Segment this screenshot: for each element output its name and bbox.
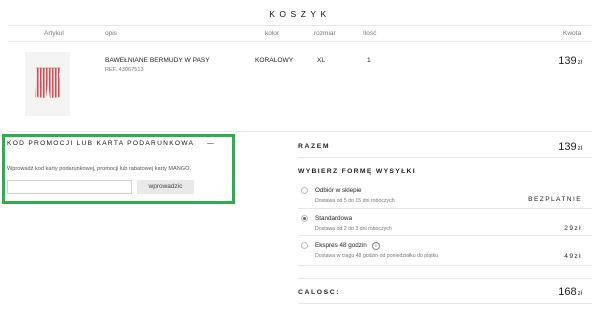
divider: [298, 208, 592, 209]
divider: [8, 41, 592, 42]
promo-title[interactable]: KOD PROMOCJI LUB KARTA PODARUNKOWA —: [7, 140, 215, 147]
total-value: 168zł: [558, 286, 582, 298]
product-name[interactable]: BAWEŁNIANE BERMUDY W PASY: [105, 57, 210, 64]
divider: [298, 235, 592, 236]
shipping-option-label[interactable]: Ekspres 48 godzin: [315, 242, 367, 249]
product-quantity[interactable]: 1: [367, 57, 371, 64]
divider: [298, 278, 592, 279]
column-header-opis: opis: [105, 30, 117, 37]
page-title: KOSZYK: [269, 9, 331, 19]
shipping-option-label[interactable]: Standardowa: [315, 215, 352, 222]
subtotal-value: 139zł: [558, 141, 582, 153]
total-label: CALOSC:: [298, 289, 341, 296]
divider: [8, 25, 592, 26]
shipping-option-description: Dostawa w ciągu 48 godzin od poniedziałk…: [315, 253, 439, 259]
shipping-option-description: Dostawa od 5 do 15 dni roboczych: [315, 198, 395, 204]
column-header-ilosc: Ilość: [363, 30, 377, 37]
shipping-option-price: 49zł: [564, 253, 582, 260]
column-header-kwota: Kwota: [563, 30, 582, 37]
divider: [298, 157, 592, 158]
shipping-radio-standard[interactable]: [301, 215, 308, 222]
column-header-artykul: Artykul: [44, 30, 64, 37]
product-price: 139zł: [558, 55, 582, 67]
promo-description: Wprowadź kod karty podarunkowej, promocj…: [7, 166, 192, 172]
shipping-option-price: BEZPLATNIE: [528, 196, 582, 203]
divider: [8, 131, 592, 132]
info-icon[interactable]: i: [372, 242, 380, 250]
promo-code-input[interactable]: [7, 180, 132, 194]
column-header-kolor: kolor: [265, 30, 280, 37]
subtotal-label: RAZEM: [298, 143, 331, 150]
shipping-radio-store[interactable]: [301, 187, 308, 194]
shipping-title: WYBIERZ FORMĘ WYSYŁKI: [298, 168, 416, 175]
product-size: XL: [317, 57, 326, 64]
promo-submit-button[interactable]: wprowadzic: [137, 180, 194, 194]
striped-shorts-image[interactable]: [25, 52, 70, 116]
divider: [298, 303, 592, 304]
shipping-option-description: Dostawa od 2 do 3 dni roboczych: [315, 226, 392, 232]
collapse-icon[interactable]: —: [207, 140, 215, 147]
product-color: KORALOWY: [255, 57, 294, 64]
shipping-option-label[interactable]: Odbiór w sklepie: [315, 187, 362, 194]
product-reference: REF. 43067513: [105, 67, 144, 73]
shipping-radio-express[interactable]: [301, 242, 308, 249]
divider: [298, 265, 592, 266]
column-header-rozmiar: rozmiar: [314, 30, 336, 37]
shipping-option-price: 29zł: [564, 225, 582, 232]
